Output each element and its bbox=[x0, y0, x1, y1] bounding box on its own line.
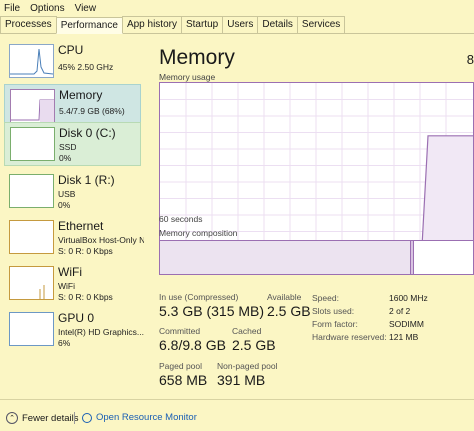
tab-performance[interactable]: Performance bbox=[55, 17, 123, 34]
footer-divider bbox=[74, 412, 75, 424]
sidebar-item-gpu[interactable]: GPU 0 Intel(R) HD Graphics... 6% bbox=[4, 308, 144, 352]
cpu-thumbnail bbox=[9, 44, 54, 78]
tab-services[interactable]: Services bbox=[296, 16, 346, 33]
nonpaged-pool-label: Non-paged pool bbox=[217, 361, 278, 371]
cached-label: Cached bbox=[232, 326, 262, 336]
tab-bar: Processes Performance App history Startu… bbox=[0, 16, 474, 34]
composition-in-use bbox=[160, 241, 411, 274]
memory-composition-bar bbox=[159, 240, 474, 275]
chevron-up-icon: ⌃ bbox=[6, 412, 18, 424]
disk0-thumbnail bbox=[10, 127, 55, 161]
gpu-thumbnail bbox=[9, 312, 54, 346]
disk1-thumbnail bbox=[9, 174, 54, 208]
tab-startup[interactable]: Startup bbox=[180, 16, 224, 33]
available-value: 2.5 GB bbox=[267, 303, 311, 319]
memory-sparkline bbox=[11, 99, 54, 122]
memory-thumbnail bbox=[10, 89, 55, 123]
sidebar-item-ethernet[interactable]: Ethernet VirtualBox Host-Only N S: 0 R: … bbox=[4, 216, 144, 260]
committed-label: Committed bbox=[159, 326, 201, 336]
sidebar-item-title: CPU bbox=[58, 43, 84, 57]
open-resource-monitor-label: Open Resource Monitor bbox=[96, 412, 197, 423]
sidebar-item-cpu[interactable]: CPU 45% 2.50 GHz bbox=[4, 40, 141, 84]
available-label: Available bbox=[267, 292, 302, 302]
paged-pool-label: Paged pool bbox=[159, 361, 203, 371]
sidebar-item-sub: WiFi bbox=[58, 281, 75, 291]
wifi-sparkline bbox=[39, 285, 45, 299]
sidebar-item-title: GPU 0 bbox=[58, 311, 95, 325]
memory-usage-area bbox=[422, 135, 473, 248]
sidebar-item-title: WiFi bbox=[58, 265, 82, 279]
page-title: Memory bbox=[159, 46, 235, 69]
sidebar-item-title: Disk 0 (C:) bbox=[59, 126, 116, 140]
sidebar-item-sub: SSD bbox=[59, 142, 77, 152]
fewer-details-button[interactable]: ⌃ Fewer details bbox=[6, 412, 79, 424]
memory-panel: Memory 8 Memory usage 60 seconds Memory … bbox=[150, 36, 474, 399]
nonpaged-pool-value: 391 MB bbox=[217, 372, 266, 388]
memory-usage-svg bbox=[160, 83, 473, 248]
resource-monitor-icon bbox=[82, 412, 92, 423]
tab-users[interactable]: Users bbox=[222, 16, 259, 33]
sidebar-item-title: Memory bbox=[59, 88, 103, 102]
menu-bar: File Options View bbox=[0, 0, 474, 17]
paged-pool-value: 658 MB bbox=[159, 372, 208, 388]
fewer-details-label: Fewer details bbox=[22, 412, 79, 424]
composition-modified bbox=[411, 241, 414, 274]
sidebar-item-disk0[interactable]: Disk 0 (C:) SSD 0% bbox=[4, 122, 141, 166]
hardware-reserved-label: Hardware reserved: bbox=[312, 332, 387, 342]
total-memory-label: 8 bbox=[466, 52, 474, 67]
footer: ⌃ Fewer details Open Resource Monitor bbox=[0, 399, 474, 431]
memory-usage-label: Memory usage bbox=[159, 72, 216, 82]
menu-file[interactable]: File bbox=[4, 3, 20, 14]
in-use-label: In use (Compressed) bbox=[159, 292, 239, 302]
memory-composition-label: Memory composition bbox=[159, 228, 238, 238]
slots-label: Slots used: bbox=[312, 306, 355, 316]
menu-view[interactable]: View bbox=[75, 3, 97, 14]
speed-label: Speed: bbox=[312, 293, 339, 303]
sidebar-item-title: Ethernet bbox=[58, 219, 104, 233]
open-resource-monitor-link[interactable]: Open Resource Monitor bbox=[82, 412, 197, 423]
form-factor-value: SODIMM bbox=[389, 319, 424, 329]
sidebar-item-sub: Intel(R) HD Graphics... bbox=[58, 327, 144, 337]
committed-value: 6.8/9.8 GB bbox=[159, 337, 226, 353]
speed-value: 1600 MHz bbox=[389, 293, 428, 303]
cpu-sparkline bbox=[10, 48, 54, 75]
sidebar-item-sub2: 0% bbox=[59, 153, 72, 163]
sidebar: CPU 45% 2.50 GHz Memory 5.4/7.9 GB (68%)… bbox=[0, 36, 145, 399]
sidebar-item-sub2: 6% bbox=[58, 338, 71, 348]
time-range-label: 60 seconds bbox=[159, 214, 203, 224]
sidebar-item-sub2: S: 0 R: 0 Kbps bbox=[58, 292, 113, 302]
sidebar-item-sub: USB bbox=[58, 189, 76, 199]
sidebar-item-sub2: S: 0 R: 0 Kbps bbox=[58, 246, 113, 256]
sidebar-item-disk1[interactable]: Disk 1 (R:) USB 0% bbox=[4, 170, 141, 214]
sidebar-item-wifi[interactable]: WiFi WiFi S: 0 R: 0 Kbps bbox=[4, 262, 141, 306]
hardware-reserved-value: 121 MB bbox=[389, 332, 419, 342]
sidebar-item-sub: VirtualBox Host-Only N bbox=[58, 235, 144, 245]
menu-options[interactable]: Options bbox=[30, 3, 64, 14]
memory-usage-graph bbox=[159, 82, 474, 249]
sidebar-item-sub2: 0% bbox=[58, 200, 71, 210]
sidebar-item-sub: 5.4/7.9 GB (68%) bbox=[59, 106, 125, 116]
sidebar-item-sub: 45% 2.50 GHz bbox=[58, 62, 114, 72]
slots-value: 2 of 2 bbox=[389, 306, 411, 316]
cached-value: 2.5 GB bbox=[232, 337, 276, 353]
in-use-value: 5.3 GB (315 MB) bbox=[159, 303, 265, 319]
tab-processes[interactable]: Processes bbox=[0, 16, 57, 33]
sidebar-item-title: Disk 1 (R:) bbox=[58, 173, 115, 187]
tab-details[interactable]: Details bbox=[257, 16, 298, 33]
ethernet-thumbnail bbox=[9, 220, 54, 254]
form-factor-label: Form factor: bbox=[312, 319, 358, 329]
wifi-thumbnail bbox=[9, 266, 54, 300]
tab-app-history[interactable]: App history bbox=[121, 16, 182, 33]
